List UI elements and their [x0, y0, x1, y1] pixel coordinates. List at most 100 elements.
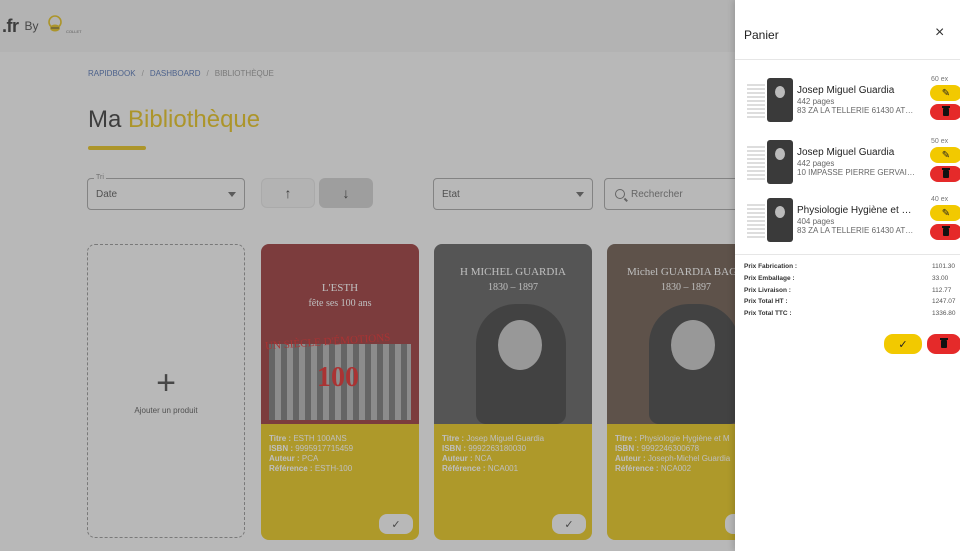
close-icon[interactable]: ×: [935, 24, 944, 42]
book-title: Josep Miguel Guardia: [466, 434, 545, 443]
book-card[interactable]: H MICHEL GUARDIA 1830 – 1897 Titre : Jos…: [434, 244, 592, 540]
ref-label: Référence :: [442, 464, 486, 473]
total-value: 112.77: [932, 287, 952, 294]
cart-item: Josep Miguel Guardia 442 pages 83 ZA LA …: [735, 70, 960, 130]
edit-item-button[interactable]: ✎: [930, 205, 960, 221]
breadcrumb-separator: /: [141, 69, 144, 78]
cart-item-thumbnail: [747, 140, 793, 184]
clear-cart-button[interactable]: [927, 334, 960, 354]
state-select-value: Etat: [442, 188, 460, 200]
brand-name[interactable]: .fr: [2, 16, 19, 37]
cart-item-name: Physiologie Hygiène et Mo...: [797, 205, 917, 216]
cart-item-pages: 442 pages: [797, 97, 835, 106]
select-book-button[interactable]: ✓: [379, 514, 413, 534]
delete-item-button[interactable]: [930, 104, 960, 120]
cart-drawer: Panier × Josep Miguel Guardia 442 pages …: [735, 0, 960, 551]
cover-line-2: 1830 – 1897: [488, 282, 538, 293]
sort-select[interactable]: Tri Date: [87, 174, 245, 210]
cart-item-name: Josep Miguel Guardia: [797, 147, 895, 158]
breadcrumb-rapidbook[interactable]: RAPIDBOOK: [88, 69, 136, 78]
caret-down-icon: [576, 192, 584, 197]
isbn-label: ISBN :: [615, 444, 639, 453]
page-title: Ma Bibliothèque: [88, 106, 260, 134]
book-isbn: 9995917715459: [295, 444, 354, 453]
cart-item-address: 83 ZA LA TELLERIE 61430 ATH...: [797, 226, 917, 235]
total-value: 1247.07: [932, 298, 956, 305]
author-label: Auteur :: [269, 454, 300, 463]
book-author: NCA: [474, 454, 492, 463]
cart-item-quantity: 50 ex: [931, 138, 949, 145]
sort-descending-button[interactable]: ↓: [319, 178, 373, 208]
delete-item-button[interactable]: [930, 224, 960, 240]
trash-icon: [942, 106, 950, 116]
breadcrumb-dashboard[interactable]: DASHBOARD: [150, 69, 201, 78]
cart-item-pages: 404 pages: [797, 217, 835, 226]
cart-item-quantity: 40 ex: [931, 196, 949, 203]
state-select[interactable]: Etat: [433, 178, 593, 210]
book-isbn: 9992263180030: [468, 444, 527, 453]
isbn-label: ISBN :: [442, 444, 466, 453]
book-ref: NCA002: [660, 464, 692, 473]
totals-divider: [735, 254, 960, 255]
search-input[interactable]: Rechercher: [604, 178, 744, 210]
bee-logo-icon[interactable]: [44, 14, 66, 38]
edit-item-button[interactable]: ✎: [930, 85, 960, 101]
caret-down-icon: [228, 192, 236, 197]
pencil-icon: ✎: [941, 87, 951, 99]
ref-label: Référence :: [615, 464, 659, 473]
cart-item-quantity: 60 ex: [931, 76, 949, 83]
cart-item: Josep Miguel Guardia 442 pages 10 IMPASS…: [735, 132, 960, 192]
book-ref: ESTH-100: [314, 464, 353, 473]
edit-item-button[interactable]: ✎: [930, 147, 960, 163]
page-title-plain: Ma: [88, 106, 122, 133]
total-label: Prix Fabrication :: [744, 263, 798, 270]
add-product-card[interactable]: + Ajouter un produit: [87, 244, 245, 538]
book-author: Joseph-Michel Guardia: [647, 454, 731, 463]
total-row: Prix Total TTC : 1336.80: [744, 310, 960, 320]
delete-item-button[interactable]: [930, 166, 960, 182]
trash-icon: [942, 168, 950, 178]
ref-label: Référence :: [269, 464, 313, 473]
total-value: 33.00: [932, 275, 949, 282]
total-label: Prix Livraison :: [744, 287, 791, 294]
title-label: Titre :: [442, 434, 465, 443]
cover-line-1: H MICHEL GUARDIA: [460, 266, 566, 278]
logo-caption: COLLET: [66, 29, 82, 34]
search-icon: [615, 189, 625, 199]
book-isbn: 9992246300678: [641, 444, 700, 453]
author-label: Auteur :: [442, 454, 473, 463]
sort-select-value: Date: [96, 188, 118, 200]
page-title-accent: Bibliothèque: [128, 106, 261, 133]
total-label: Prix Total TTC :: [744, 310, 792, 317]
trash-icon: [942, 226, 950, 236]
breadcrumb: RAPIDBOOK / DASHBOARD / BIBLIOTHÈQUE: [88, 69, 274, 78]
cover-line-2: fête ses 100 ans: [308, 298, 372, 309]
author-label: Auteur :: [615, 454, 646, 463]
breadcrumb-current: BIBLIOTHÈQUE: [214, 69, 274, 78]
pencil-icon: ✎: [941, 207, 951, 219]
book-card[interactable]: L'ESTH fête ses 100 ans UN SIÈCLE D'ÉMOT…: [261, 244, 419, 540]
sort-ascending-button[interactable]: ↑: [261, 178, 315, 208]
isbn-label: ISBN :: [269, 444, 293, 453]
cart-item-name: Josep Miguel Guardia: [797, 85, 895, 96]
title-label: Titre :: [615, 434, 638, 443]
book-cover: H MICHEL GUARDIA 1830 – 1897: [434, 244, 592, 424]
cart-item-thumbnail: [747, 78, 793, 122]
book-title: ESTH 100ANS: [293, 434, 347, 443]
breadcrumb-separator: /: [206, 69, 209, 78]
pencil-icon: ✎: [941, 149, 951, 161]
cart-item-address: 10 IMPASSE PIERRE GERVAIS ...: [797, 168, 917, 177]
title-label: Titre :: [269, 434, 292, 443]
confirm-cart-button[interactable]: ✓: [884, 334, 922, 354]
select-book-button[interactable]: ✓: [552, 514, 586, 534]
total-row: Prix Livraison : 112.77: [744, 287, 960, 297]
cover-portrait: [649, 304, 739, 424]
total-value: 1336.80: [932, 310, 956, 317]
sort-select-label: Tri: [94, 174, 106, 181]
title-underline: [88, 146, 146, 150]
total-label: Prix Total HT :: [744, 298, 788, 305]
total-value: 1101.30: [932, 263, 956, 270]
cover-number: 100: [317, 362, 359, 393]
book-cover: L'ESTH fête ses 100 ans UN SIÈCLE D'ÉMOT…: [261, 244, 419, 424]
cart-item: Physiologie Hygiène et Mo... 404 pages 8…: [735, 190, 960, 250]
